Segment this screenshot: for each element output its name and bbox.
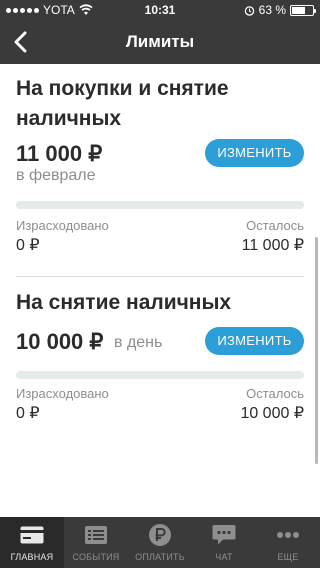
tab-label: ГЛАВНАЯ	[10, 552, 54, 562]
tab-bar: ГЛАВНАЯ СОБЫТИЯ ОПЛАТИТЬ ЧАТ ЕЩЕ	[0, 517, 320, 568]
limit-title: На снятие наличных	[16, 291, 232, 314]
scrollbar[interactable]	[315, 237, 318, 464]
remaining-value: 11 000 ₽	[241, 237, 304, 254]
status-right: 63 %	[244, 3, 316, 17]
page-title: Лимиты	[125, 32, 195, 51]
tab-label: СОБЫТИЯ	[72, 552, 120, 562]
change-limit-button[interactable]: ИЗМЕНИТЬ	[205, 327, 304, 355]
limit-progress-bar	[16, 371, 304, 379]
alarm-icon	[244, 5, 254, 16]
remaining-label: Осталось	[246, 386, 304, 401]
divider	[16, 276, 304, 277]
remaining-value: 10 000 ₽	[240, 405, 304, 422]
battery-percent: 63 %	[258, 3, 286, 17]
spent-value: 0 ₽	[16, 405, 40, 422]
limits-content[interactable]: На покупки и снятие наличных 11 000 ₽ в …	[0, 64, 320, 517]
list-icon	[85, 526, 107, 544]
change-limit-button[interactable]: ИЗМЕНИТЬ	[205, 139, 304, 167]
tab-more[interactable]: ЕЩЕ	[256, 517, 320, 568]
spent-label: Израсходовано	[16, 218, 109, 233]
limit-period: в феврале	[16, 167, 96, 184]
ruble-icon	[149, 524, 171, 546]
tab-events[interactable]: СОБЫТИЯ	[64, 517, 128, 568]
limit-title: На покупки и снятие наличных	[16, 77, 229, 130]
spent-label: Израсходовано	[16, 386, 109, 401]
battery-icon	[290, 4, 316, 16]
tab-chat[interactable]: ЧАТ	[192, 517, 256, 568]
tab-main[interactable]: ГЛАВНАЯ	[0, 517, 64, 568]
tab-label: ОПЛАТИТЬ	[135, 552, 185, 562]
status-bar: YOTA 10:31 63 %	[0, 0, 320, 20]
limit-progress-bar	[16, 201, 304, 209]
tab-label: ЕЩЕ	[277, 552, 299, 562]
tab-label: ЧАТ	[215, 552, 233, 562]
card-icon	[20, 526, 44, 544]
limit-period: в день	[114, 334, 163, 351]
more-icon	[277, 532, 299, 538]
chat-icon	[212, 525, 236, 545]
tab-pay[interactable]: ОПЛАТИТЬ	[128, 517, 192, 568]
spent-value: 0 ₽	[16, 237, 40, 254]
limit-amount: 10 000 ₽	[16, 329, 104, 354]
navigation-bar: Лимиты	[0, 20, 320, 64]
remaining-label: Осталось	[246, 218, 304, 233]
limit-amount: 11 000 ₽	[16, 141, 103, 166]
